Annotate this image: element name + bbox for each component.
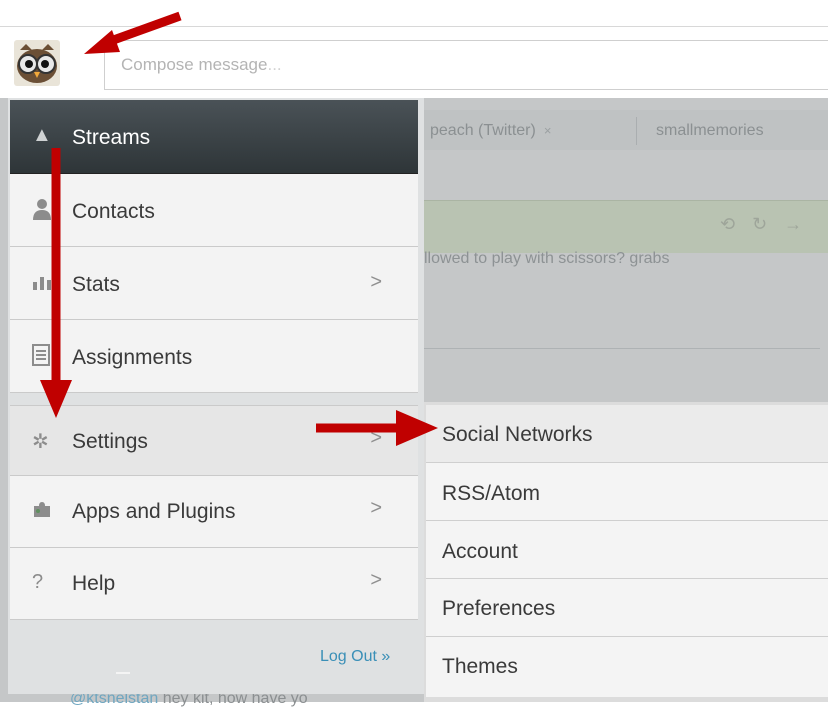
compose-placeholder: Compose message (121, 55, 268, 74)
submenu-item-label: Themes (442, 655, 518, 678)
stream-tab: peach (Twitter) × (430, 116, 551, 146)
chevron-right-icon: > (370, 569, 382, 591)
submenu-item-label: Account (442, 540, 518, 563)
owl-icon (14, 40, 60, 86)
menu-item-label: Streams (72, 126, 151, 149)
owl-logo-button[interactable] (14, 40, 60, 86)
menu-item-contacts[interactable]: Contacts (10, 174, 418, 247)
menu-footer-grip (116, 672, 130, 674)
submenu-item-themes[interactable]: Themes (426, 637, 828, 697)
menu-item-label: Contacts (72, 200, 155, 223)
submenu-item-label: Preferences (442, 597, 556, 620)
streams-up-arrow-icon: ▲ (32, 124, 52, 146)
submenu-item-account[interactable]: Account (426, 521, 828, 579)
menu-item-label: Assignments (72, 346, 193, 369)
submenu-item-label: RSS/Atom (442, 482, 541, 505)
tweet-text-fragment: llowed to play with scissors? grabs (424, 250, 670, 267)
stream-tab-label: peach (Twitter) (430, 122, 536, 139)
chevron-right-icon: > (370, 497, 382, 519)
menu-item-streams[interactable]: ▲ Streams (10, 100, 418, 174)
menu-item-settings[interactable]: ✲ Settings > (10, 405, 418, 476)
menu-item-assignments[interactable]: Assignments (10, 320, 418, 393)
chevron-right-icon: > (370, 271, 382, 293)
stream-tab: smallmemories (656, 122, 764, 139)
menu-item-apps-and-plugins[interactable]: Apps and Plugins > (10, 476, 418, 548)
submenu-item-label: Social Networks (442, 423, 593, 446)
puzzle-icon (32, 499, 52, 525)
menu-item-label: Stats (72, 273, 120, 296)
menu-item-help[interactable]: ? Help > (10, 548, 418, 620)
stream-divider (424, 348, 820, 349)
menu-item-stats[interactable]: Stats > (10, 247, 418, 320)
top-divider (0, 26, 828, 27)
bar-chart-icon (32, 271, 52, 297)
close-tab-icon: × (543, 123, 552, 138)
question-icon: ? (32, 571, 44, 593)
menu-item-label: Help (72, 572, 116, 595)
compose-message-input[interactable]: Compose message... (104, 40, 828, 90)
chevron-right-icon: > (370, 427, 382, 449)
person-icon (32, 198, 52, 226)
logout-link[interactable]: Log Out » (320, 648, 390, 666)
submenu-item-rss-atom[interactable]: RSS/Atom (426, 463, 828, 521)
submenu-item-social-networks[interactable]: Social Networks (426, 405, 828, 463)
checklist-icon (32, 344, 50, 372)
gear-icon: ✲ (32, 431, 49, 453)
stream-action-icons: ⟲ ↻ → (720, 214, 809, 234)
compose-placeholder-ellipsis: ... (267, 55, 282, 74)
menu-item-label: Apps and Plugins (72, 500, 236, 523)
submenu-item-preferences[interactable]: Preferences (426, 579, 828, 637)
menu-item-label: Settings (72, 430, 148, 453)
tab-divider (636, 117, 637, 145)
